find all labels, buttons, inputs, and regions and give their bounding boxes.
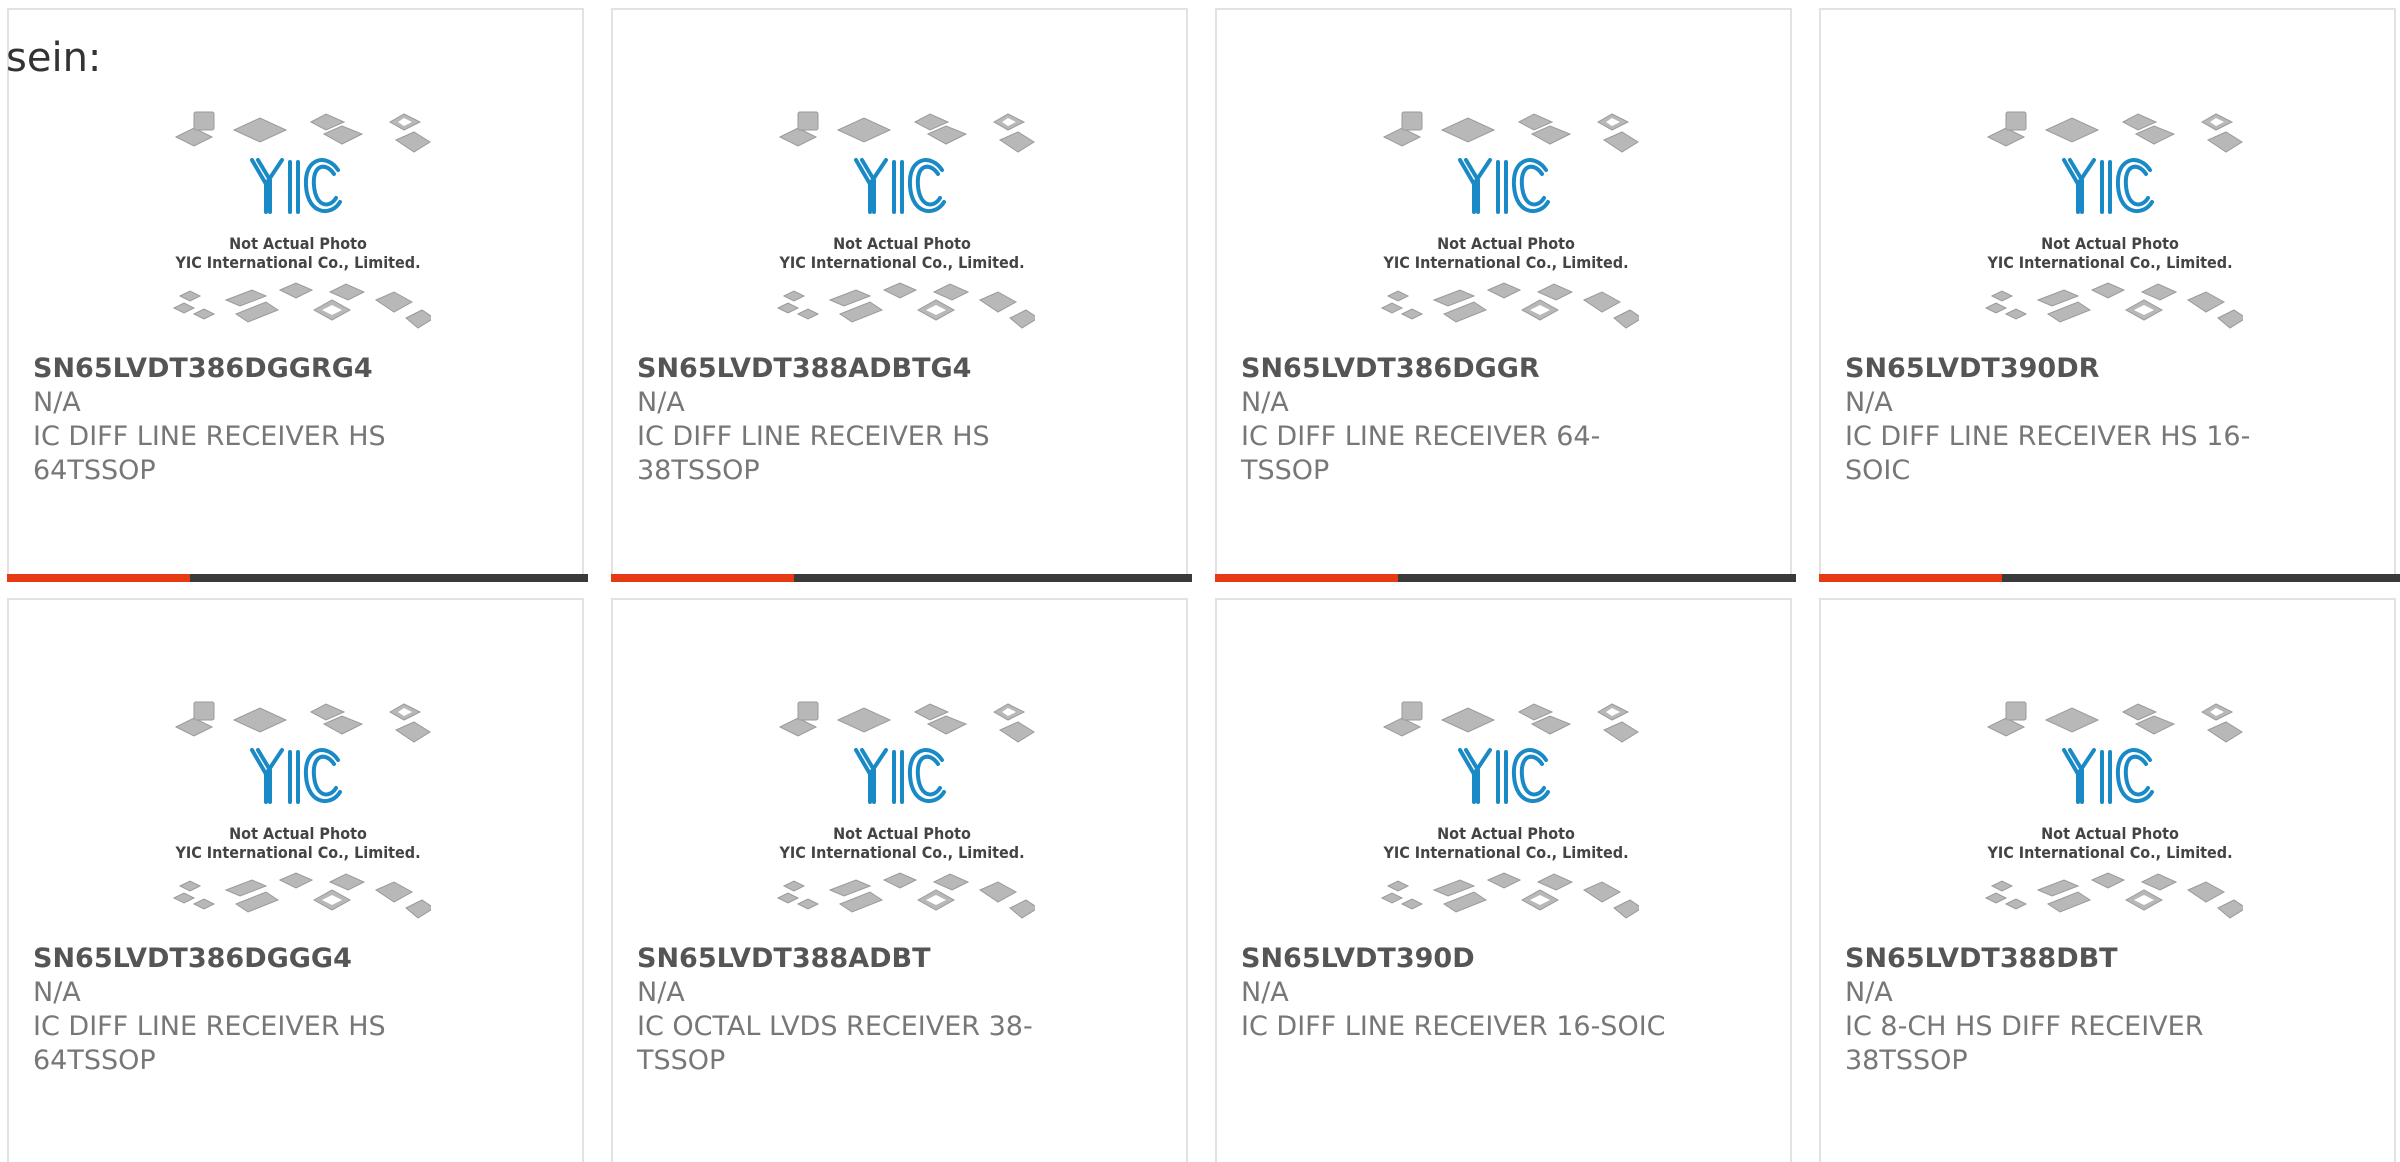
description-line: TSSOP: [637, 1045, 726, 1076]
thumbnail-caption-line1: Not Actual Photo: [1437, 824, 1575, 843]
product-thumbnail[interactable]: Not Actual Photo YIC International Co., …: [1374, 100, 1643, 340]
product-card[interactable]: Not Actual Photo YIC International Co., …: [1819, 598, 2396, 1162]
description-line: TSSOP: [1241, 455, 1330, 486]
card-accent-bar: [611, 574, 794, 582]
part-number-link[interactable]: SN65LVDT388DBT: [1845, 942, 2305, 976]
part-number-link[interactable]: SN65LVDT390DR: [1845, 352, 2305, 386]
thumbnail-caption-line2: YIC International Co., Limited.: [1986, 253, 2232, 272]
thumbnail-caption-line1: Not Actual Photo: [2041, 234, 2179, 253]
thumbnail-caption-line2: YIC International Co., Limited.: [1986, 843, 2232, 862]
product-thumbnail[interactable]: Not Actual Photo YIC International Co., …: [1978, 100, 2247, 340]
product-grid: sein: Not Actual Photo YIC International: [0, 0, 2400, 1162]
product-thumbnail[interactable]: Not Actual Photo YIC International Co., …: [166, 100, 435, 340]
description-line: IC OCTAL LVDS RECEIVER 38-: [637, 1011, 1033, 1042]
manufacturer: N/A: [33, 977, 81, 1008]
description-line: IC DIFF LINE RECEIVER HS: [33, 1011, 386, 1042]
thumbnail-caption-line2: YIC International Co., Limited.: [174, 843, 420, 862]
product-info: SN65LVDT388ADBT N/A IC OCTAL LVDS RECEIVER…: [637, 942, 1097, 1078]
product-card[interactable]: Not Actual Photo YIC International Co., …: [1215, 598, 1792, 1162]
thumbnail-caption-line1: Not Actual Photo: [229, 824, 367, 843]
product-info: SN65LVDT388ADBTG4 N/A IC DIFF LINE RECEIVE…: [637, 352, 1097, 488]
product-card[interactable]: Not Actual Photo YIC International Co., …: [611, 598, 1188, 1162]
card-bottom-bar: [611, 574, 1192, 582]
card-bottom-bar: [1819, 574, 2400, 582]
product-thumbnail[interactable]: Not Actual Photo YIC International Co., …: [1978, 690, 2247, 930]
product-thumbnail[interactable]: Not Actual Photo YIC International Co., …: [770, 100, 1039, 340]
thumbnail-caption-line1: Not Actual Photo: [229, 234, 367, 253]
card-accent-bar: [1215, 574, 1398, 582]
product-thumbnail[interactable]: Not Actual Photo YIC International Co., …: [166, 690, 435, 930]
thumbnail-caption-line2: YIC International Co., Limited.: [1382, 253, 1628, 272]
description-line: IC 8-CH HS DIFF RECEIVER: [1845, 1011, 2204, 1042]
product-card[interactable]: Not Actual Photo YIC International Co., …: [7, 598, 584, 1162]
thumbnail-caption-line1: Not Actual Photo: [833, 824, 971, 843]
part-number-link[interactable]: SN65LVDT388ADBT: [637, 942, 1097, 976]
page-heading: sein:: [6, 35, 102, 81]
description-line: IC DIFF LINE RECEIVER HS 16-: [1845, 421, 2251, 452]
description-line: 38TSSOP: [1845, 1045, 1968, 1076]
thumbnail-caption-line1: Not Actual Photo: [833, 234, 971, 253]
product-card[interactable]: Not Actual Photo YIC International Co., …: [7, 8, 588, 582]
description-line: SOIC: [1845, 455, 1911, 486]
thumbnail-caption-line2: YIC International Co., Limited.: [778, 253, 1024, 272]
part-number-link[interactable]: SN65LVDT386DGGG4: [33, 942, 493, 976]
manufacturer: N/A: [1845, 977, 1893, 1008]
product-card[interactable]: Not Actual Photo YIC International Co., …: [1819, 8, 2400, 582]
card-accent-bar: [1819, 574, 2002, 582]
description-line: IC DIFF LINE RECEIVER 64-: [1241, 421, 1601, 452]
thumbnail-caption-line2: YIC International Co., Limited.: [174, 253, 420, 272]
product-info: SN65LVDT390D N/A IC DIFF LINE RECEIVER 16-…: [1241, 942, 1701, 1044]
part-number-link[interactable]: SN65LVDT388ADBTG4: [637, 352, 1097, 386]
product-info: SN65LVDT386DGGR N/A IC DIFF LINE RECEIVER …: [1241, 352, 1701, 488]
manufacturer: N/A: [637, 977, 685, 1008]
card-accent-bar: [7, 574, 190, 582]
part-number-link[interactable]: SN65LVDT386DGGRG4: [33, 352, 493, 386]
manufacturer: N/A: [1241, 387, 1289, 418]
part-number-link[interactable]: SN65LVDT386DGGR: [1241, 352, 1701, 386]
manufacturer: N/A: [1241, 977, 1289, 1008]
product-thumbnail[interactable]: Not Actual Photo YIC International Co., …: [770, 690, 1039, 930]
product-thumbnail[interactable]: Not Actual Photo YIC International Co., …: [1374, 690, 1643, 930]
thumbnail-caption-line1: Not Actual Photo: [1437, 234, 1575, 253]
manufacturer: N/A: [637, 387, 685, 418]
description-line: 64TSSOP: [33, 455, 156, 486]
product-info: SN65LVDT390DR N/A IC DIFF LINE RECEIVER HS…: [1845, 352, 2305, 488]
description-line: IC DIFF LINE RECEIVER HS: [637, 421, 990, 452]
manufacturer: N/A: [33, 387, 81, 418]
product-info: SN65LVDT386DGGG4 N/A IC DIFF LINE RECEIVER…: [33, 942, 493, 1078]
description-line: IC DIFF LINE RECEIVER 16-SOIC: [1241, 1011, 1666, 1042]
manufacturer: N/A: [1845, 387, 1893, 418]
card-bottom-bar: [1215, 574, 1796, 582]
product-info: SN65LVDT386DGGRG4 N/A IC DIFF LINE RECEIVE…: [33, 352, 493, 488]
thumbnail-caption-line1: Not Actual Photo: [2041, 824, 2179, 843]
product-card[interactable]: Not Actual Photo YIC International Co., …: [1215, 8, 1796, 582]
part-number-link[interactable]: SN65LVDT390D: [1241, 942, 1701, 976]
product-info: SN65LVDT388DBT N/A IC 8-CH HS DIFF RECEIVE…: [1845, 942, 2305, 1078]
description-line: 64TSSOP: [33, 1045, 156, 1076]
thumbnail-caption-line2: YIC International Co., Limited.: [778, 843, 1024, 862]
card-bottom-bar: [7, 574, 588, 582]
description-line: 38TSSOP: [637, 455, 760, 486]
thumbnail-caption-line2: YIC International Co., Limited.: [1382, 843, 1628, 862]
product-card[interactable]: Not Actual Photo YIC International Co., …: [611, 8, 1192, 582]
description-line: IC DIFF LINE RECEIVER HS: [33, 421, 386, 452]
